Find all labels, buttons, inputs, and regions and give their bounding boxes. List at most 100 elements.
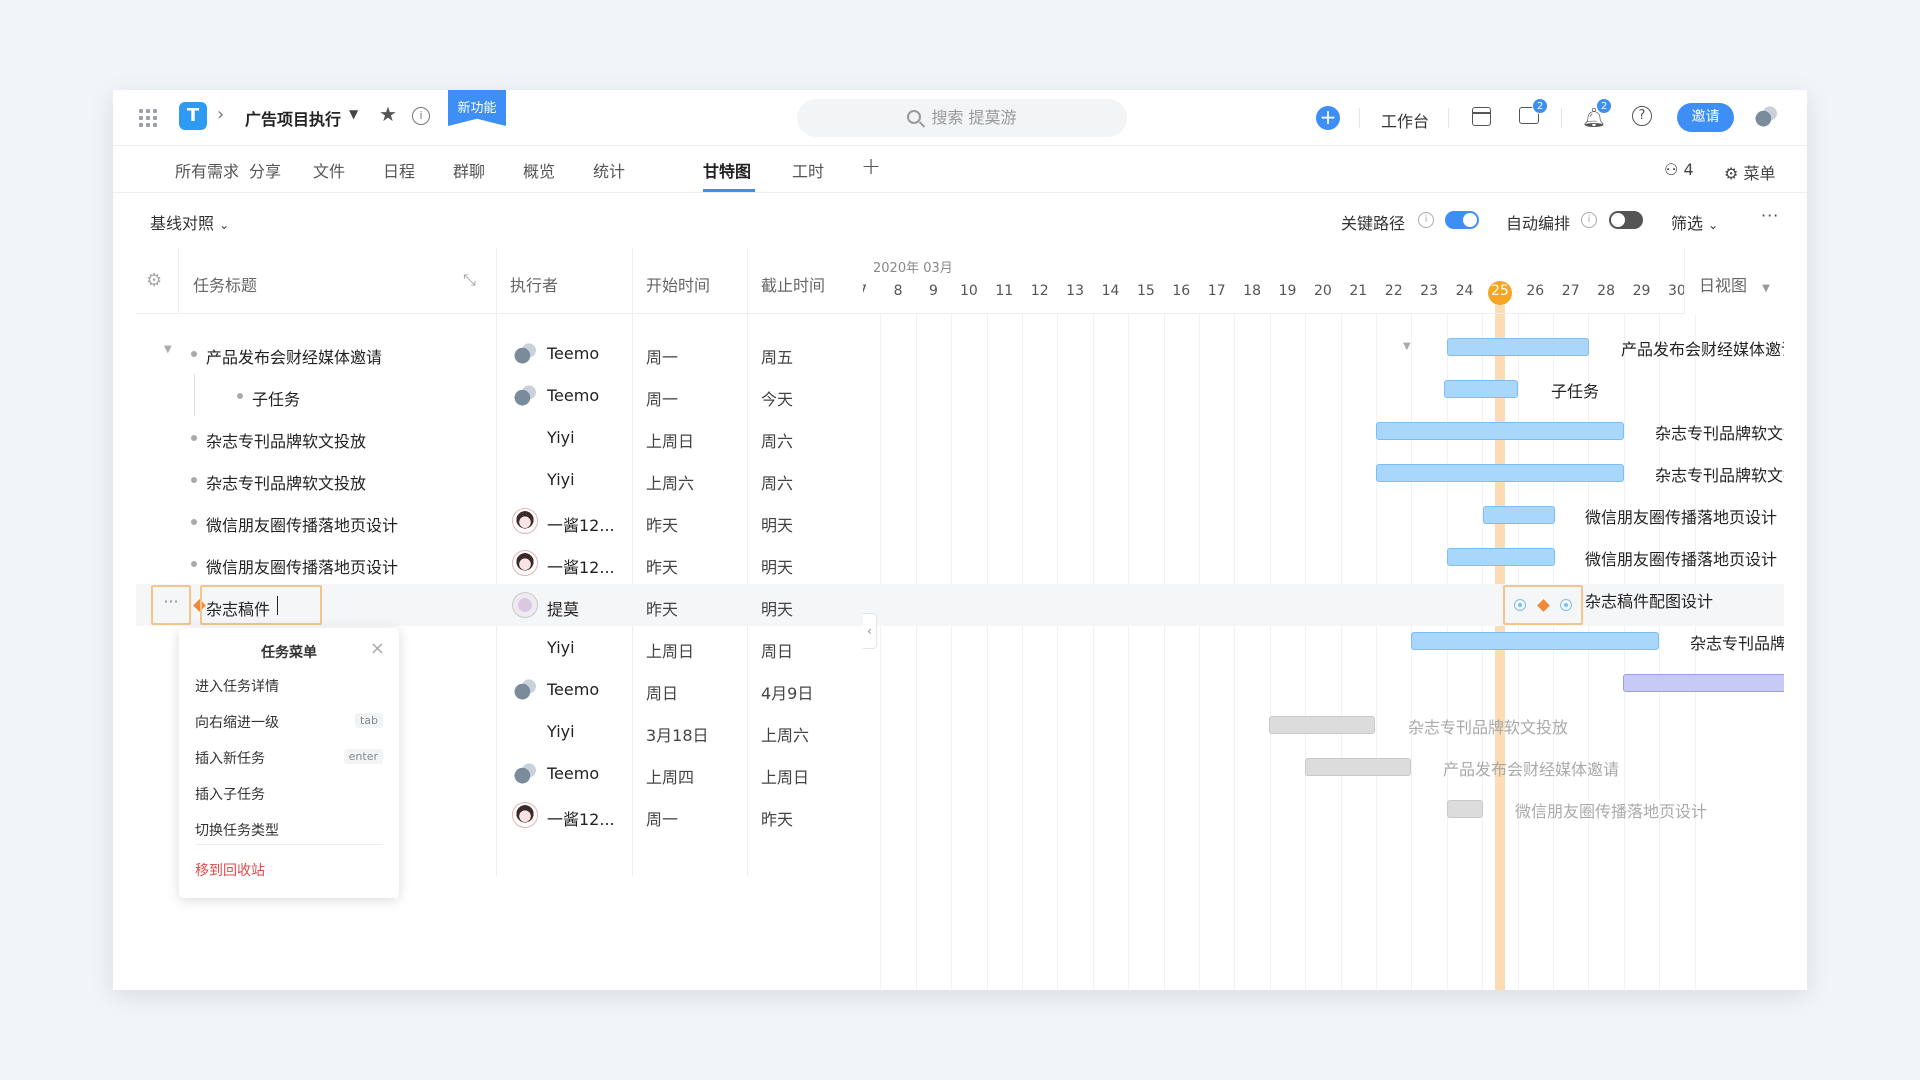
gantt-bar[interactable]: [1376, 464, 1624, 482]
tab-group-chat[interactable]: 群聊: [453, 158, 485, 182]
apps-grid-icon[interactable]: [139, 109, 157, 127]
assignee[interactable]: Yiyi: [547, 428, 575, 447]
menu-item-move-to-trash[interactable]: 移到回收站: [195, 860, 265, 880]
new-feature-badge[interactable]: 新功能: [448, 90, 506, 126]
task-title[interactable]: 微信朋友圈传播落地页设计: [206, 512, 398, 536]
star-icon[interactable]: ★: [379, 102, 397, 126]
more-options-icon[interactable]: ···: [1761, 206, 1779, 225]
table-row[interactable]: 微信朋友圈传播落地页设计 一酱12... 昨天 明天: [136, 500, 863, 542]
menu-item-insert-task[interactable]: 插入新任务: [195, 748, 265, 768]
expand-caret-icon[interactable]: ▼: [164, 344, 172, 355]
assignee[interactable]: Teemo: [547, 680, 599, 699]
menu-button[interactable]: ⚙ 菜单: [1724, 160, 1775, 184]
gantt-bar[interactable]: [1447, 800, 1483, 818]
start-date[interactable]: 周一: [646, 344, 678, 368]
assignee[interactable]: 提莫: [547, 596, 579, 620]
members-button[interactable]: ⚇ 4: [1664, 160, 1694, 179]
end-date[interactable]: 明天: [761, 512, 793, 536]
collapse-panel-handle[interactable]: ‹: [863, 613, 877, 649]
menu-item-indent[interactable]: 向右缩进一级: [195, 712, 279, 732]
end-date[interactable]: 上周六: [761, 722, 809, 746]
project-title[interactable]: 广告项目执行: [245, 106, 341, 130]
workbench-link[interactable]: 工作台: [1381, 108, 1429, 132]
gantt-bar[interactable]: [1444, 380, 1518, 398]
filter-dropdown[interactable]: 筛选 ⌄: [1671, 210, 1718, 234]
assignee[interactable]: Yiyi: [547, 470, 575, 489]
drag-handle-icon[interactable]: [1514, 599, 1526, 611]
row-more-button[interactable]: ···: [151, 585, 191, 625]
settings-gear-icon[interactable]: ⚙: [146, 270, 162, 291]
start-date[interactable]: 上周日: [646, 638, 694, 662]
end-date[interactable]: 上周日: [761, 764, 809, 788]
start-date[interactable]: 上周四: [646, 764, 694, 788]
add-tab-icon[interactable]: +: [861, 152, 881, 180]
assignee[interactable]: 一酱12...: [547, 806, 615, 830]
assignee[interactable]: Yiyi: [547, 638, 575, 657]
assignee[interactable]: 一酱12...: [547, 512, 615, 536]
caret-down-icon[interactable]: ▼: [349, 107, 358, 121]
start-date[interactable]: 昨天: [646, 596, 678, 620]
end-date[interactable]: 周五: [761, 344, 793, 368]
gantt-bar[interactable]: [1483, 506, 1555, 524]
day-view-dropdown[interactable]: 日视图 ▼: [1684, 248, 1784, 314]
drag-handle-icon[interactable]: [1560, 599, 1572, 611]
start-date[interactable]: 周日: [646, 680, 678, 704]
task-title[interactable]: 杂志专刊品牌软文投放: [206, 470, 366, 494]
task-title[interactable]: 产品发布会财经媒体邀请: [206, 344, 382, 368]
search-input[interactable]: 搜索 提莫游: [797, 99, 1127, 137]
end-date[interactable]: 4月9日: [761, 680, 813, 704]
assignee[interactable]: Teemo: [547, 386, 599, 405]
info-icon[interactable]: i: [412, 107, 430, 125]
assignee[interactable]: Teemo: [547, 344, 599, 363]
menu-item-insert-subtask[interactable]: 插入子任务: [195, 784, 265, 804]
end-date[interactable]: 周六: [761, 428, 793, 452]
end-date[interactable]: 周日: [761, 638, 793, 662]
info-icon[interactable]: i: [1581, 212, 1597, 228]
app-logo-icon[interactable]: T: [179, 102, 207, 130]
start-date[interactable]: 昨天: [646, 512, 678, 536]
table-row[interactable]: 杂志专刊品牌软文投放 Yiyi 上周六 周六: [136, 458, 863, 500]
assignee[interactable]: Teemo: [547, 764, 599, 783]
gantt-bar[interactable]: [1376, 422, 1624, 440]
tab-gantt[interactable]: 甘特图: [703, 158, 751, 182]
table-row-selected[interactable]: ··· 杂志稿件 提莫 昨天 明天: [136, 584, 863, 626]
start-date[interactable]: 上周六: [646, 470, 694, 494]
end-date[interactable]: 昨天: [761, 806, 793, 830]
table-row[interactable]: 微信朋友圈传播落地页设计 一酱12... 昨天 明天: [136, 542, 863, 584]
collapse-caret-icon[interactable]: ▼: [1403, 341, 1411, 352]
help-icon[interactable]: ?: [1632, 106, 1652, 126]
start-date[interactable]: 昨天: [646, 554, 678, 578]
tab-schedule[interactable]: 日程: [383, 158, 415, 182]
tab-files[interactable]: 文件: [313, 158, 345, 182]
table-row[interactable]: 杂志专刊品牌软文投放 Yiyi 上周日 周六: [136, 416, 863, 458]
table-row[interactable]: 子任务 Teemo 周一 今天: [136, 374, 863, 416]
gantt-bar[interactable]: [1447, 338, 1589, 356]
collapse-column-icon[interactable]: ⤡: [463, 270, 476, 290]
invite-button[interactable]: 邀请: [1677, 103, 1734, 132]
auto-schedule-toggle[interactable]: [1609, 211, 1643, 229]
calendar-icon[interactable]: [1472, 107, 1491, 126]
tab-all-requirements[interactable]: 所有需求: [175, 158, 239, 182]
assignee[interactable]: 一酱12...: [547, 554, 615, 578]
task-title[interactable]: 杂志专刊品牌软文投放: [206, 428, 366, 452]
critical-path-toggle[interactable]: [1445, 211, 1479, 229]
end-date[interactable]: 今天: [761, 386, 793, 410]
menu-item-enter-detail[interactable]: 进入任务详情: [195, 676, 279, 696]
start-date[interactable]: 周一: [646, 806, 678, 830]
start-date[interactable]: 周一: [646, 386, 678, 410]
close-icon[interactable]: ×: [370, 638, 385, 659]
end-date[interactable]: 明天: [761, 596, 793, 620]
gantt-bar[interactable]: [1447, 548, 1555, 566]
add-icon[interactable]: +: [1316, 106, 1340, 130]
tab-share[interactable]: 分享: [249, 158, 281, 182]
end-date[interactable]: 明天: [761, 554, 793, 578]
task-title[interactable]: 微信朋友圈传播落地页设计: [206, 554, 398, 578]
table-row[interactable]: ▼ 产品发布会财经媒体邀请 Teemo 周一 周五: [136, 332, 863, 374]
start-date[interactable]: 上周日: [646, 428, 694, 452]
gantt-bar[interactable]: [1411, 632, 1659, 650]
tab-worktime[interactable]: 工时: [792, 158, 824, 182]
end-date[interactable]: 周六: [761, 470, 793, 494]
task-title[interactable]: 杂志稿件: [206, 596, 270, 620]
gantt-bar[interactable]: [1269, 716, 1375, 734]
task-title[interactable]: 子任务: [252, 386, 300, 410]
